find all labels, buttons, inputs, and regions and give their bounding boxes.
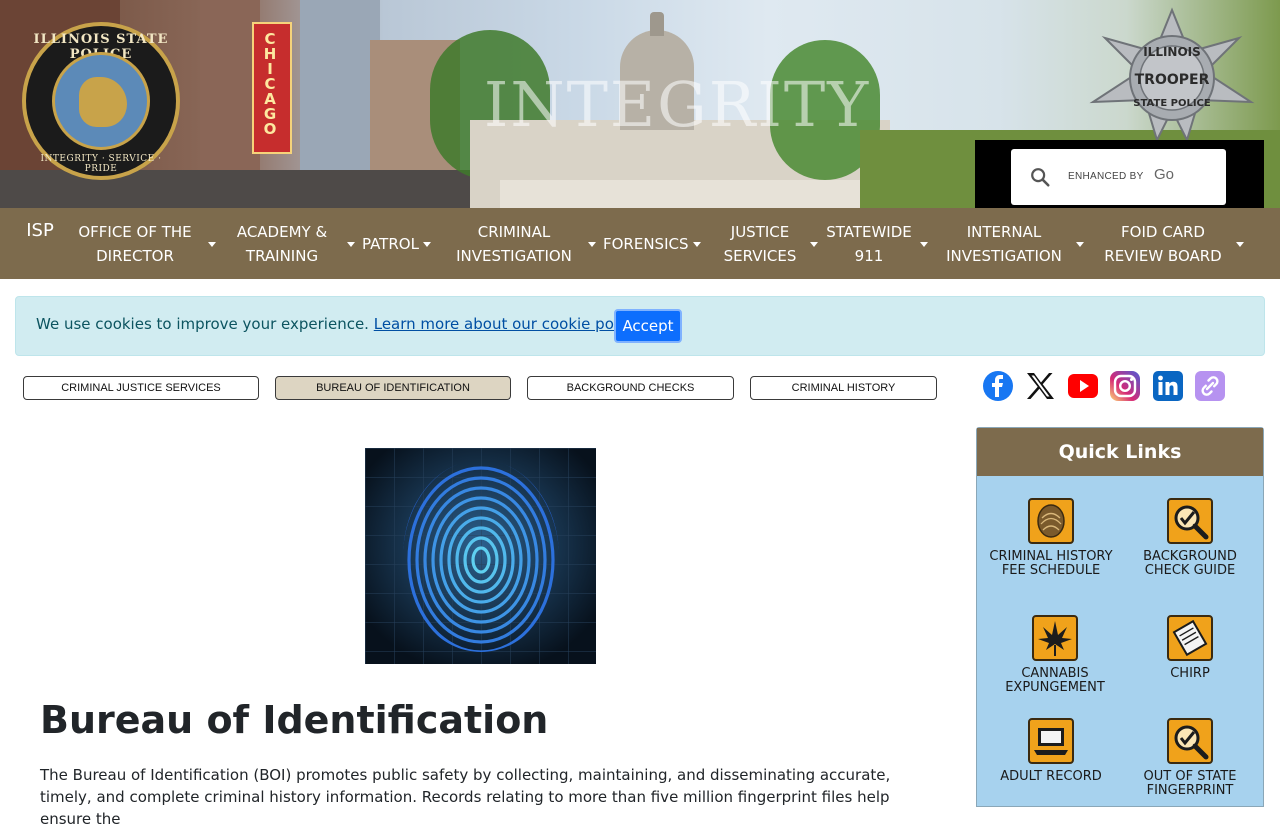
caret-down-icon [1236,242,1244,247]
isp-seal-logo[interactable]: ILLINOIS STATE POLICE INTEGRITY · SERVIC… [22,22,180,180]
quick-link-adult-record[interactable]: ADULT RECORD [986,718,1116,784]
search-icon[interactable] [1029,166,1051,188]
caret-down-icon [920,242,928,247]
nav-item-office-of-the-director[interactable]: OFFICE OF THE DIRECTOR [70,208,220,279]
nav-item-label: CRIMINAL INVESTIGATION [456,222,572,265]
magnifier-check-icon [1167,718,1213,764]
badge-line-2: TROOPER [1135,72,1210,88]
quick-link-label: OUT OF STATE FINGERPRINT [1143,769,1237,798]
search-brand: Go [1154,166,1175,183]
quick-links-title: Quick Links [977,428,1263,476]
main-nav: ISP OFFICE OF THE DIRECTOR ACADEMY & TRA… [0,208,1280,279]
linkedin-icon[interactable] [1152,370,1184,402]
nav-item-label: INTERNAL INVESTIGATION [946,222,1062,265]
nav-item-label: STATEWIDE 911 [826,222,912,265]
nav-item-justice-services[interactable]: JUSTICE SERVICES [718,208,818,279]
caret-down-icon [422,242,431,247]
x-icon[interactable] [1024,370,1056,402]
banner-integrity-text: INTEGRITY [483,68,871,141]
accept-cookies-button[interactable]: Accept [614,309,682,343]
trooper-badge-logo: ILLINOIS TROOPER STATE POLICE [1083,6,1261,143]
badge-line-3: STATE POLICE [1133,98,1211,109]
cookie-message: We use cookies to improve your experienc… [36,315,642,333]
search-input[interactable]: ENHANCED BY Go [1011,149,1226,205]
nav-item-patrol[interactable]: PATROL [362,208,442,279]
caret-down-icon [588,242,596,247]
subnav-background-checks[interactable]: BACKGROUND CHECKS [527,376,734,400]
header-banner: CHICAGO INTEGRITY ILLINOIS STATE POLICE … [0,0,1280,208]
instagram-icon[interactable] [1109,370,1141,402]
cookie-text: We use cookies to improve your experienc… [36,315,369,333]
youtube-icon[interactable] [1067,370,1099,402]
cookie-banner: We use cookies to improve your experienc… [15,296,1265,356]
cannabis-leaf-icon [1032,615,1078,661]
badge-line-1: ILLINOIS [1143,45,1201,59]
quick-link-label: BACKGROUND CHECK GUIDE [1143,549,1237,578]
chicago-sign-text: CHICAGO [263,30,277,138]
search-container: ENHANCED BY Go [975,140,1264,208]
capitol-spire [650,12,664,36]
facebook-icon[interactable] [982,370,1014,402]
caret-down-icon [810,242,818,247]
nav-item-academy-training[interactable]: ACADEMY & TRAINING [225,208,355,279]
nav-item-label: JUSTICE SERVICES [723,222,797,265]
subnav-criminal-justice-services[interactable]: CRIMINAL JUSTICE SERVICES [23,376,259,400]
nav-item-statewide-911[interactable]: STATEWIDE 911 [826,208,928,279]
caret-down-icon [692,242,701,247]
nav-item-label: FOID CARD REVIEW BOARD [1104,222,1222,265]
quick-link-label: CANNABIS EXPUNGEMENT [1005,666,1105,695]
nav-item-foid-card-review-board[interactable]: FOID CARD REVIEW BOARD [1098,208,1248,279]
quick-links-panel: Quick Links CRIMINAL HISTORY FEE SCHEDUL… [976,427,1264,807]
quick-link-cannabis-expungement[interactable]: CANNABIS EXPUNGEMENT [990,615,1120,695]
caret-down-icon [1076,242,1084,247]
eagle-icon [79,77,127,127]
quick-link-out-of-state-fingerprint[interactable]: OUT OF STATE FINGERPRINT [1125,718,1255,798]
seal-bottom-text: INTEGRITY · SERVICE · PRIDE [40,154,162,174]
nav-item-label: OFFICE OF THE DIRECTOR [78,222,192,265]
caret-down-icon [347,242,355,247]
nav-item-label: PATROL [362,234,419,253]
quick-link-label: CRIMINAL HISTORY FEE SCHEDULE [989,549,1113,578]
nav-item-forensics[interactable]: FORENSICS [603,208,708,279]
capitol-steps [500,180,860,208]
page-title: Bureau of Identification [40,698,549,742]
document-icon [1167,615,1213,661]
caret-down-icon [208,242,216,247]
chicago-sign: CHICAGO [252,22,292,154]
cookie-policy-link[interactable]: Learn more about our cookie policy [374,315,637,333]
seal-center [52,52,150,150]
nav-item-criminal-investigation[interactable]: CRIMINAL INVESTIGATION [448,208,598,279]
quick-link-background-check-guide[interactable]: BACKGROUND CHECK GUIDE [1125,498,1255,578]
nav-item-internal-investigation[interactable]: INTERNAL INVESTIGATION [940,208,1085,279]
fingerprint-image [365,448,596,664]
nav-home-isp[interactable]: ISP [26,218,54,244]
page-intro-text: The Bureau of Identification (BOI) promo… [40,766,891,828]
subnav-bureau-of-identification[interactable]: BUREAU OF IDENTIFICATION [275,376,511,400]
quick-link-chirp[interactable]: CHIRP [1125,615,1255,681]
quick-link-label: ADULT RECORD [1000,769,1102,784]
laptop-icon [1028,718,1074,764]
search-enhanced-by: ENHANCED BY [1068,171,1144,182]
link-icon[interactable] [1194,370,1226,402]
subnav-criminal-history[interactable]: CRIMINAL HISTORY [750,376,937,400]
quick-link-criminal-history-fee-schedule[interactable]: CRIMINAL HISTORY FEE SCHEDULE [986,498,1116,578]
magnifier-check-icon [1167,498,1213,544]
quick-link-label: CHIRP [1170,666,1210,681]
nav-item-label: ACADEMY & TRAINING [236,222,328,265]
nav-item-label: FORENSICS [603,234,689,253]
fingerprint-icon [1028,498,1074,544]
